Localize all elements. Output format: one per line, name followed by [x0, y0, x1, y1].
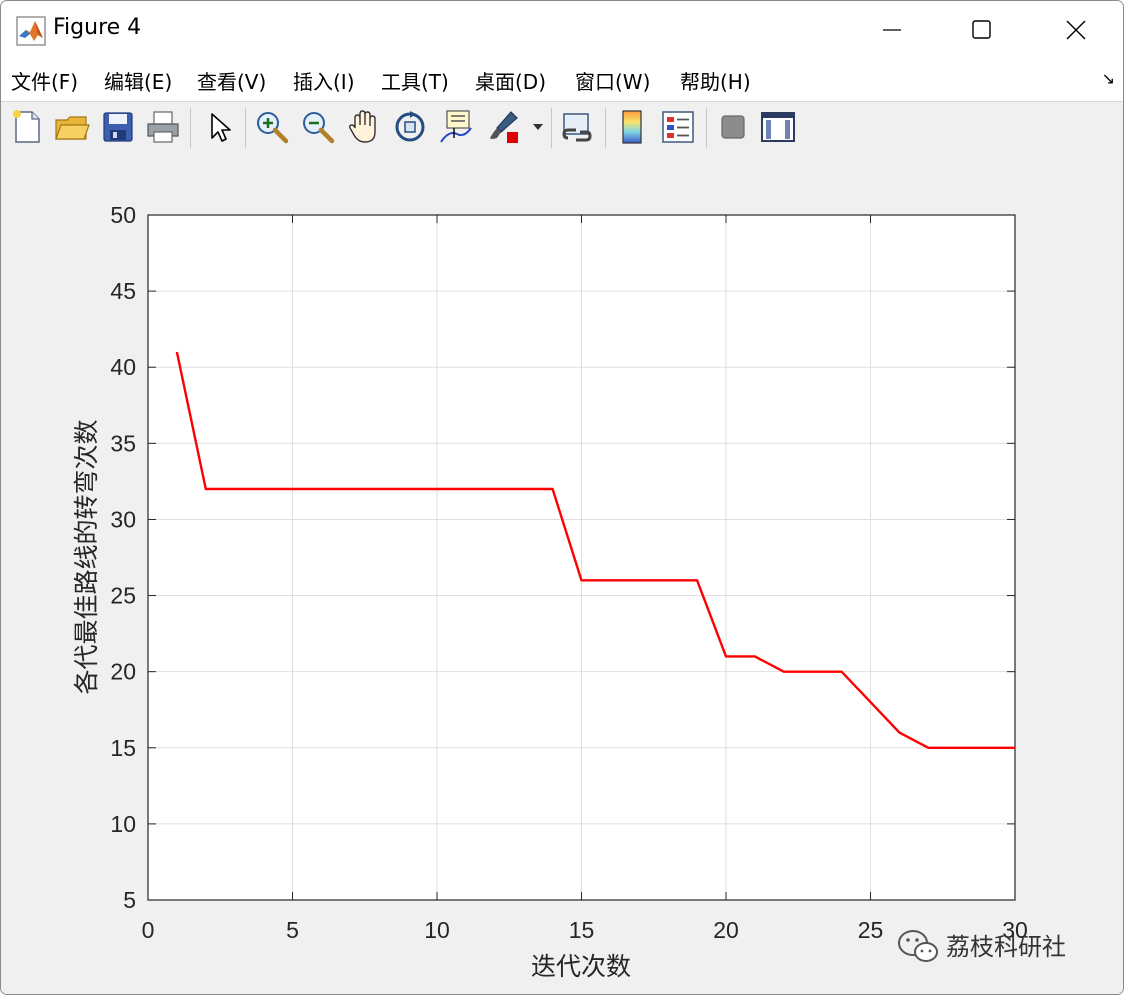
open-file-icon[interactable] [53, 108, 91, 146]
menu-file[interactable]: 文件(F) [11, 66, 78, 95]
dock-arrow-icon[interactable]: ↘ [1102, 69, 1115, 88]
y-tick-label: 30 [110, 506, 136, 532]
y-tick-label: 20 [110, 659, 136, 685]
figure-toolbar [1, 101, 1123, 155]
maximize-icon [972, 20, 991, 39]
x-tick-label: 0 [142, 917, 155, 943]
title-bar: Figure 4 [1, 1, 1123, 59]
y-tick-label: 45 [110, 278, 136, 304]
y-tick-label: 50 [110, 202, 136, 228]
print-icon[interactable] [144, 108, 182, 146]
new-figure-icon[interactable] [8, 108, 46, 146]
zoom-out-icon[interactable] [299, 108, 337, 146]
close-icon [1066, 20, 1086, 40]
toolbar-separator [706, 108, 707, 148]
watermark-text: 荔枝科研社 [946, 933, 1066, 961]
window-title: Figure 4 [53, 15, 142, 40]
hide-plot-tools-icon[interactable] [714, 108, 752, 146]
x-tick-label: 20 [713, 917, 739, 943]
x-tick-label: 15 [569, 917, 595, 943]
menu-bar: 文件(F) 编辑(E) 查看(V) 插入(I) 工具(T) 桌面(D) 窗口(W… [1, 59, 1123, 101]
brush-dropdown-icon[interactable] [532, 122, 544, 132]
x-tick-label: 25 [858, 917, 884, 943]
toolbar-separator [605, 108, 606, 148]
show-plot-tools-icon[interactable] [759, 108, 797, 146]
zoom-in-icon[interactable] [253, 108, 291, 146]
matlab-icon [16, 16, 46, 46]
watermark: 荔枝科研社 [898, 930, 1066, 962]
edit-plot-icon[interactable] [200, 108, 238, 146]
x-tick-label: 10 [424, 917, 450, 943]
menu-desktop[interactable]: 桌面(D) [475, 66, 546, 95]
wechat-icon [898, 930, 938, 962]
x-tick-label: 5 [286, 917, 299, 943]
brush-icon[interactable] [485, 108, 523, 146]
y-tick-label: 10 [110, 811, 136, 837]
pan-icon[interactable] [345, 108, 383, 146]
y-tick-label: 25 [110, 583, 136, 609]
toolbar-separator [551, 108, 552, 148]
y-tick-label: 35 [110, 430, 136, 456]
toolbar-separator [245, 108, 246, 148]
y-tick-label: 40 [110, 354, 136, 380]
menu-insert[interactable]: 插入(I) [293, 66, 355, 95]
close-button[interactable] [1053, 9, 1099, 51]
y-axis-label: 各代最佳路线的转弯次数 [72, 419, 101, 694]
x-axis-label: 迭代次数 [531, 952, 631, 981]
menu-view[interactable]: 查看(V) [197, 66, 266, 95]
link-plot-icon[interactable] [558, 108, 596, 146]
toolbar-separator [190, 108, 191, 148]
minimize-icon [883, 29, 901, 31]
data-cursor-icon[interactable] [437, 108, 475, 146]
rotate-3d-icon[interactable] [391, 108, 429, 146]
maximize-button[interactable] [959, 9, 1005, 51]
y-tick-label: 5 [123, 887, 136, 913]
legend-icon[interactable] [659, 108, 697, 146]
menu-tools[interactable]: 工具(T) [381, 66, 449, 95]
y-tick-label: 15 [110, 735, 136, 761]
menu-edit[interactable]: 编辑(E) [104, 66, 172, 95]
menu-window[interactable]: 窗口(W) [575, 66, 650, 95]
save-icon[interactable] [99, 108, 137, 146]
menu-help[interactable]: 帮助(H) [680, 66, 751, 95]
line-chart: 0 5 10 15 20 25 305101520253035404550 迭代次数 各代最… [72, 202, 1028, 981]
minimize-button[interactable] [869, 9, 915, 51]
colorbar-icon[interactable] [613, 108, 651, 146]
